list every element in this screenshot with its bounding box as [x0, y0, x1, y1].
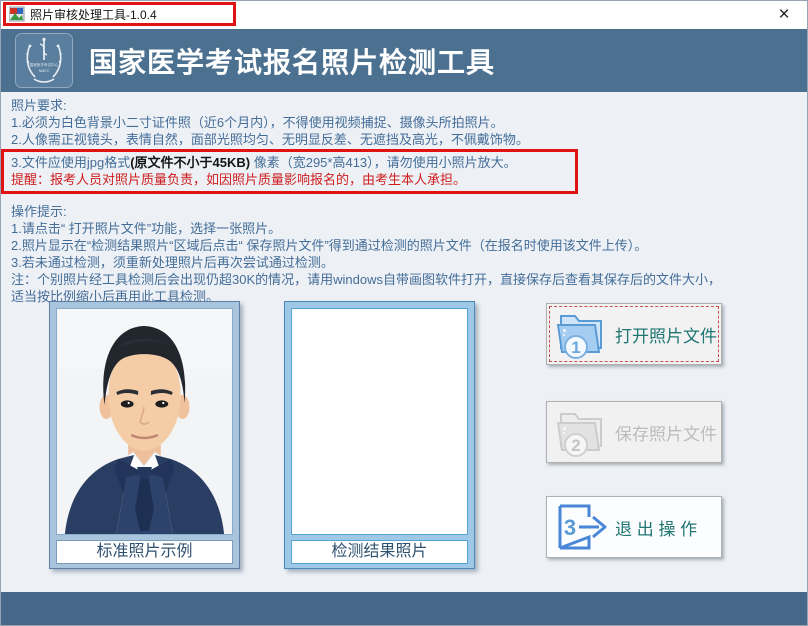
- result-photo-frame: 检测结果照片: [284, 301, 475, 569]
- sample-portrait-image: [57, 309, 232, 534]
- exit-button[interactable]: 3 退 出 操 作: [546, 496, 722, 558]
- standard-photo-frame: 标准照片示例: [49, 301, 240, 569]
- requirements-line-2: 2.人像需正视镜头，表情自然，面部光照均匀、无明显反差、无遮挡及高光，不佩戴饰物…: [1, 131, 807, 148]
- line3-filesize-bold: (原文件不小于45KB): [130, 155, 250, 170]
- tips-line-2: 2.照片显示在“检测结果照片“区域后点击“ 保存照片文件”得到通过检测的照片文件…: [1, 237, 807, 254]
- app-header: 国家医学考试中心 NMEC 国家医学考试报名照片检测工具: [1, 29, 807, 92]
- open-photo-label: 打开照片文件: [615, 322, 717, 347]
- page-title: 国家医学考试报名照片检测工具: [89, 41, 495, 81]
- tips-line-1: 1.请点击“ 打开照片文件”功能，选择一张照片。: [1, 220, 807, 237]
- badge-number-2: 2: [571, 436, 580, 455]
- tips-line-3: 3.若未通过检测，须重新处理照片后再次尝试通过检测。: [1, 254, 807, 271]
- standard-photo: [56, 308, 233, 535]
- open-folder-icon: 1: [553, 308, 609, 360]
- requirements-line-3: 3.文件应使用jpg格式(原文件不小于45KB) 像素（宽295*高413），请…: [4, 154, 575, 171]
- reminder-line: 提醒：报考人员对照片质量负责，如因照片质量影响报名的，由考生本人承担。: [4, 171, 575, 188]
- app-window: 照片审核处理工具-1.0.4 × 国家医学考试中心 NMEC 国家医学考试报名照…: [0, 0, 808, 626]
- exit-door-arrow-icon: 3: [553, 501, 609, 553]
- nmec-logo-icon: 国家医学考试中心 NMEC: [15, 33, 73, 88]
- line3-text-blue: 3.文件应使用jpg格式: [11, 155, 130, 170]
- tips-note-line-1: 注：个别照片经工具检测后会出现仍超30K的情况，请用windows自带画图软件打…: [1, 271, 807, 288]
- save-photo-label: 保存照片文件: [615, 420, 717, 445]
- main-content: 照片要求: 1.必须为白色背景小二寸证件照（近6个月内），不得使用视频捕捉、摄像…: [1, 92, 807, 592]
- logo-caption-en: NMEC: [39, 69, 50, 73]
- badge-number-3: 3: [564, 515, 576, 540]
- result-photo-label: 检测结果照片: [291, 540, 468, 564]
- title-bar: 照片审核处理工具-1.0.4 ×: [1, 1, 807, 29]
- exit-label: 退 出 操 作: [615, 515, 697, 540]
- requirements-line-1: 1.必须为白色背景小二寸证件照（近6个月内），不得使用视频捕捉、摄像头所拍照片。: [1, 114, 807, 131]
- tips-heading: 操作提示:: [1, 203, 807, 220]
- open-photo-button[interactable]: 1 打开照片文件: [546, 303, 722, 365]
- standard-photo-label: 标准照片示例: [56, 540, 233, 564]
- requirements-highlight-box: 3.文件应使用jpg格式(原文件不小于45KB) 像素（宽295*高413），请…: [1, 149, 578, 194]
- result-photo-empty: [291, 308, 468, 535]
- badge-number-1: 1: [571, 338, 580, 357]
- save-folder-icon-disabled: 2: [553, 406, 609, 458]
- requirements-heading: 照片要求:: [1, 92, 807, 114]
- window-title: 照片审核处理工具-1.0.4: [30, 6, 157, 23]
- save-photo-button[interactable]: 2 保存照片文件: [546, 401, 722, 463]
- line3-text-blue-2: 像素（宽295*高413），请勿使用小照片放大。: [250, 155, 517, 170]
- title-highlight-box: 照片审核处理工具-1.0.4: [3, 2, 236, 26]
- close-button[interactable]: ×: [771, 2, 797, 28]
- app-icon: [9, 6, 25, 22]
- footer-bar: [1, 592, 807, 625]
- logo-caption-cn: 国家医学考试中心: [30, 62, 59, 67]
